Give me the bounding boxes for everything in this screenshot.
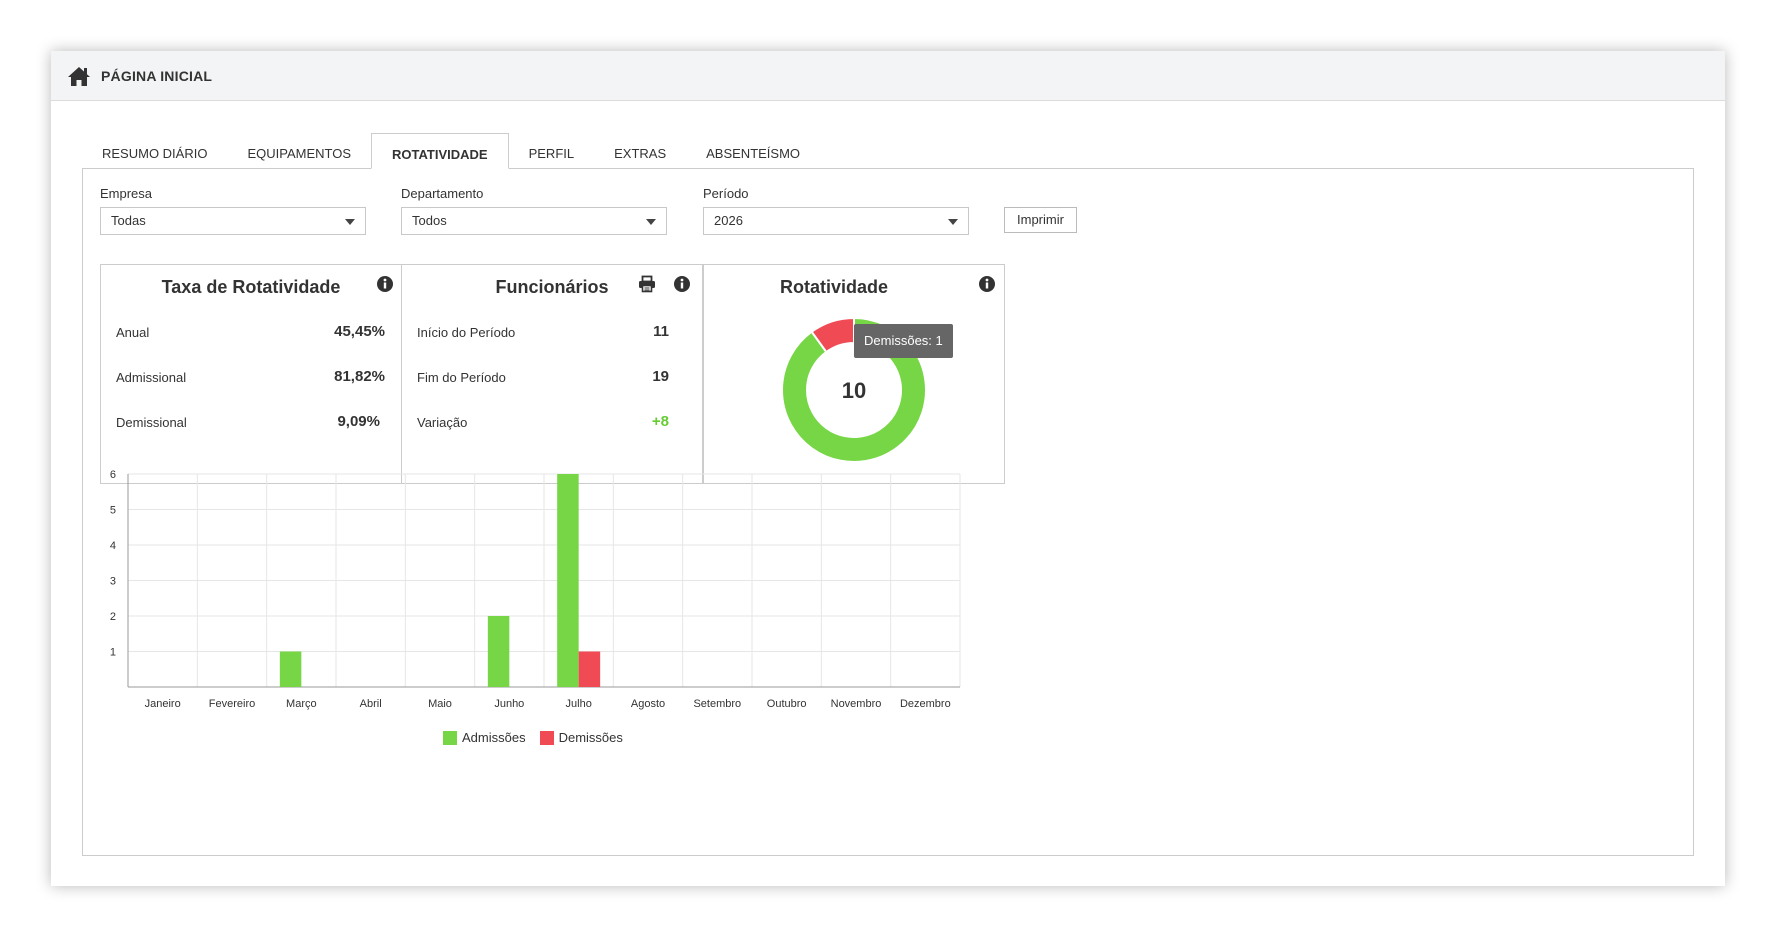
inicio-periodo-label: Início do Período: [417, 325, 516, 340]
x-tick-label: Março: [286, 698, 317, 710]
x-tick-label: Outubro: [767, 698, 807, 710]
info-icon[interactable]: [978, 275, 996, 293]
periodo-value: 2026: [714, 213, 743, 228]
x-tick-label: Janeiro: [145, 698, 181, 710]
chevron-down-icon: [646, 219, 656, 225]
x-tick-label: Agosto: [631, 698, 665, 710]
home-window: PÁGINA INICIAL RESUMO DIÁRIO EQUIPAMENTO…: [51, 51, 1725, 886]
x-tick-label: Julho: [566, 698, 592, 710]
y-tick-label: 5: [110, 505, 116, 517]
departamento-select[interactable]: Todos: [401, 207, 667, 235]
variacao-label: Variação: [417, 415, 468, 430]
taxa-anual-value: 45,45%: [334, 323, 385, 340]
donut-tooltip: Demissões: 1: [854, 324, 953, 358]
rotatividade-card-title: Rotatividade: [779, 277, 889, 297]
tab-resumo-diario[interactable]: RESUMO DIÁRIO: [82, 133, 227, 169]
x-tick-label: Junho: [494, 698, 524, 710]
legend-swatch-demissoes: [539, 730, 554, 745]
empresa-value: Todas: [111, 213, 146, 228]
tab-rotatividade[interactable]: ROTATIVIDADE: [371, 133, 509, 169]
x-tick-label: Setembro: [693, 698, 741, 710]
y-tick-label: 2: [110, 611, 116, 623]
departamento-value: Todos: [412, 213, 447, 228]
x-tick-label: Maio: [428, 698, 452, 710]
x-tick-label: Abril: [360, 698, 382, 710]
periodo-label: Período: [703, 186, 749, 201]
bar-demissoes[interactable]: [578, 651, 601, 688]
y-tick-label: 4: [110, 540, 116, 552]
tab-absenteismo[interactable]: ABSENTEÍSMO: [686, 133, 820, 169]
inicio-periodo-value: 11: [653, 323, 669, 340]
y-tick-label: 6: [110, 469, 116, 481]
empresa-label: Empresa: [100, 186, 153, 201]
funcionarios-card-title: Funcionários: [495, 277, 609, 297]
bar-admissoes[interactable]: [487, 616, 510, 687]
variacao-value: +8: [651, 413, 669, 430]
chevron-down-icon: [948, 219, 958, 225]
bar-admissoes[interactable]: [279, 651, 302, 688]
taxa-demissional-value: 9,09%: [337, 413, 380, 430]
y-tick-label: 1: [110, 647, 116, 659]
print-button[interactable]: Imprimir: [1004, 207, 1077, 233]
x-tick-label: Novembro: [831, 698, 882, 710]
home-icon: [68, 66, 90, 86]
x-tick-label: Fevereiro: [209, 698, 255, 710]
taxa-admissional-label: Admissional: [116, 370, 187, 385]
tab-bar: RESUMO DIÁRIO EQUIPAMENTOS ROTATIVIDADE …: [82, 133, 820, 169]
chart-legend: Admissões Demissões: [443, 730, 623, 745]
x-tick-label: Dezembro: [900, 698, 951, 710]
page-title: PÁGINA INICIAL: [101, 67, 213, 84]
page-header: PÁGINA INICIAL: [51, 51, 1725, 101]
funcionarios-card: Funcionários Início do Período 11 Fim do…: [401, 264, 703, 484]
departamento-label: Departamento: [401, 186, 484, 201]
taxa-rotatividade-card: Taxa de Rotatividade Anual 45,45% Admiss…: [100, 264, 402, 484]
tab-perfil[interactable]: PERFIL: [509, 133, 595, 169]
periodo-select[interactable]: 2026: [703, 207, 969, 235]
taxa-anual-label: Anual: [116, 325, 150, 340]
chevron-down-icon: [345, 219, 355, 225]
fim-periodo-value: 19: [652, 368, 669, 385]
tab-equipamentos[interactable]: EQUIPAMENTOS: [227, 133, 371, 169]
taxa-demissional-label: Demissional: [116, 415, 187, 430]
tab-panel: Empresa Todas Departamento Todos Período…: [82, 168, 1694, 856]
donut-center-value: 10: [842, 378, 866, 403]
fim-periodo-label: Fim do Período: [417, 370, 506, 385]
monthly-bar-chart: 1 2 3 4 5 6 Janeiro Fevereiro Março Abril Maio Junh…: [110, 469, 961, 710]
info-icon[interactable]: [376, 275, 394, 293]
empresa-select[interactable]: Todas: [100, 207, 366, 235]
taxa-admissional-value: 81,82%: [334, 368, 385, 385]
bar-admissoes[interactable]: [557, 474, 579, 687]
rotatividade-card: Rotatividade 10 Demissões: 1: [703, 264, 1005, 484]
legend-label-admissoes[interactable]: Admissões: [462, 730, 526, 745]
legend-label-demissoes[interactable]: Demissões: [559, 730, 623, 745]
legend-swatch-admissoes: [443, 730, 457, 745]
tab-extras[interactable]: EXTRAS: [594, 133, 686, 169]
printer-icon[interactable]: [638, 275, 656, 293]
taxa-card-title: Taxa de Rotatividade: [161, 277, 341, 297]
y-tick-label: 3: [110, 576, 116, 588]
